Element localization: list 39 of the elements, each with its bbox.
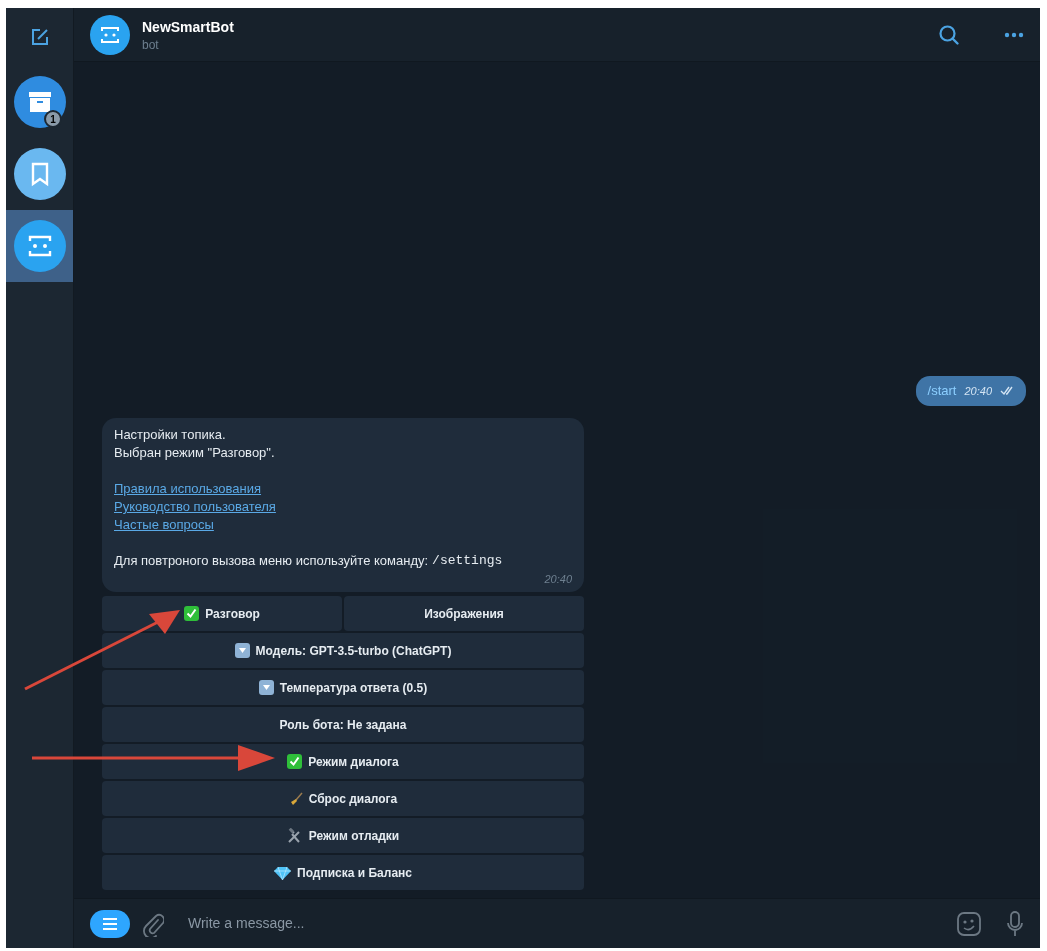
keyboard-button[interactable]: Изображения bbox=[344, 596, 584, 631]
keyboard-button[interactable]: Режим диалога bbox=[102, 744, 584, 779]
hammer-wrench-icon bbox=[286, 827, 303, 844]
message-input[interactable]: Write a message... bbox=[188, 913, 944, 934]
command-text: /settings bbox=[432, 552, 503, 570]
menu-icon[interactable] bbox=[90, 909, 130, 938]
sidebar-item-highlight[interactable] bbox=[6, 210, 73, 282]
bot-avatar-icon[interactable] bbox=[90, 14, 130, 55]
keyboard-button[interactable]: Подписка и Баланс bbox=[102, 855, 584, 890]
message-text: /start bbox=[927, 382, 957, 401]
search-icon[interactable] bbox=[938, 23, 960, 46]
message-link[interactable]: Правила использования bbox=[114, 480, 262, 498]
broom-icon bbox=[288, 791, 303, 806]
microphone-icon[interactable] bbox=[1006, 909, 1024, 938]
keyboard-button[interactable]: Режим отладки bbox=[102, 818, 584, 853]
message-link[interactable]: Частые вопросы bbox=[114, 516, 214, 534]
checkmark-icon bbox=[287, 754, 303, 769]
message-time: 20:40 bbox=[964, 383, 992, 399]
checkmark-icon bbox=[184, 606, 200, 621]
archive-box-icon[interactable] bbox=[13, 76, 66, 128]
keyboard-button[interactable]: Разговор bbox=[102, 596, 342, 631]
message-text: Для повтроного вызова меню используйте команду: bbox=[114, 552, 429, 570]
keyboard-button[interactable]: Сброс диалога bbox=[102, 781, 584, 816]
chat-subtitle: bot bbox=[142, 36, 160, 53]
bookmark-icon[interactable] bbox=[13, 148, 66, 200]
chat-title: NewSmartBot bbox=[142, 17, 235, 37]
more-icon[interactable] bbox=[1004, 31, 1024, 38]
message-text: Выбран режим "Разговор". bbox=[114, 444, 276, 462]
keyboard-button[interactable]: Модель: GPT-3.5-turbo (ChatGPT) bbox=[102, 633, 584, 668]
message-text: Настройки топика. bbox=[114, 426, 227, 444]
double-check-icon bbox=[1000, 386, 1014, 396]
keyboard-button[interactable]: Роль бота: Не задана bbox=[102, 707, 584, 742]
compose-icon[interactable] bbox=[29, 27, 50, 47]
sticker-icon[interactable] bbox=[956, 910, 982, 937]
bot-avatar-icon[interactable] bbox=[13, 220, 66, 272]
keyboard-button[interactable]: Температура ответа (0.5) bbox=[102, 670, 584, 705]
message-time: 20:40 bbox=[544, 572, 572, 587]
message-link[interactable]: Руководство пользователя bbox=[114, 498, 276, 516]
gem-icon bbox=[274, 865, 291, 880]
